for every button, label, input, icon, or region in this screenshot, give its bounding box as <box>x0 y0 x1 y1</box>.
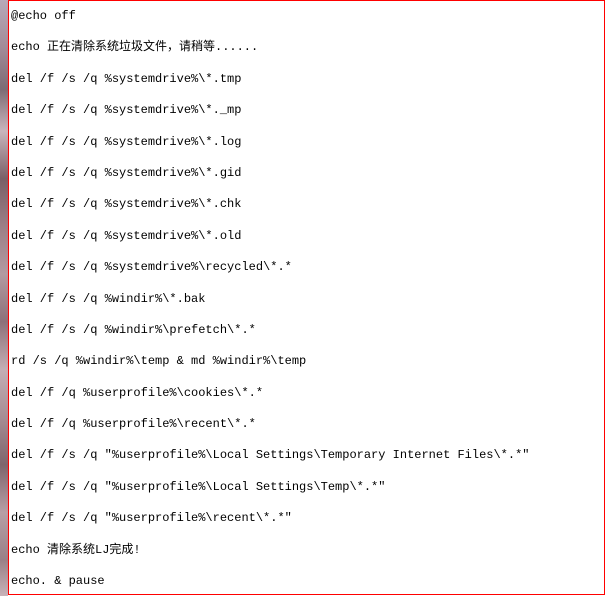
code-line: @echo off <box>11 9 600 23</box>
code-line: del /f /s /q %systemdrive%\*.gid <box>11 166 600 180</box>
code-line: del /f /s /q %systemdrive%\*.chk <box>11 197 600 211</box>
code-line: del /f /s /q "%userprofile%\recent\*.*" <box>11 511 600 525</box>
code-line: del /f /s /q %systemdrive%\recycled\*.* <box>11 260 600 274</box>
code-line: del /f /q %userprofile%\recent\*.* <box>11 417 600 431</box>
code-line: del /f /q %userprofile%\cookies\*.* <box>11 386 600 400</box>
code-line: echo 清除系统LJ完成! <box>11 543 600 557</box>
page: @echo off echo 正在清除系统垃圾文件，请稍等...... del … <box>0 0 606 596</box>
code-line: del /f /s /q %systemdrive%\*.tmp <box>11 72 600 86</box>
code-line: del /f /s /q "%userprofile%\Local Settin… <box>11 448 600 462</box>
code-line: del /f /s /q %systemdrive%\*._mp <box>11 103 600 117</box>
code-line: del /f /s /q "%userprofile%\Local Settin… <box>11 480 600 494</box>
code-line: del /f /s /q %systemdrive%\*.log <box>11 135 600 149</box>
left-decorative-strip <box>0 0 8 596</box>
code-line: del /f /s /q %systemdrive%\*.old <box>11 229 600 243</box>
code-line: rd /s /q %windir%\temp & md %windir%\tem… <box>11 354 600 368</box>
code-line: del /f /s /q %windir%\prefetch\*.* <box>11 323 600 337</box>
code-line: echo 正在清除系统垃圾文件，请稍等...... <box>11 40 600 54</box>
code-line: del /f /s /q %windir%\*.bak <box>11 292 600 306</box>
code-box: @echo off echo 正在清除系统垃圾文件，请稍等...... del … <box>8 0 605 595</box>
code-line: echo. & pause <box>11 574 600 588</box>
